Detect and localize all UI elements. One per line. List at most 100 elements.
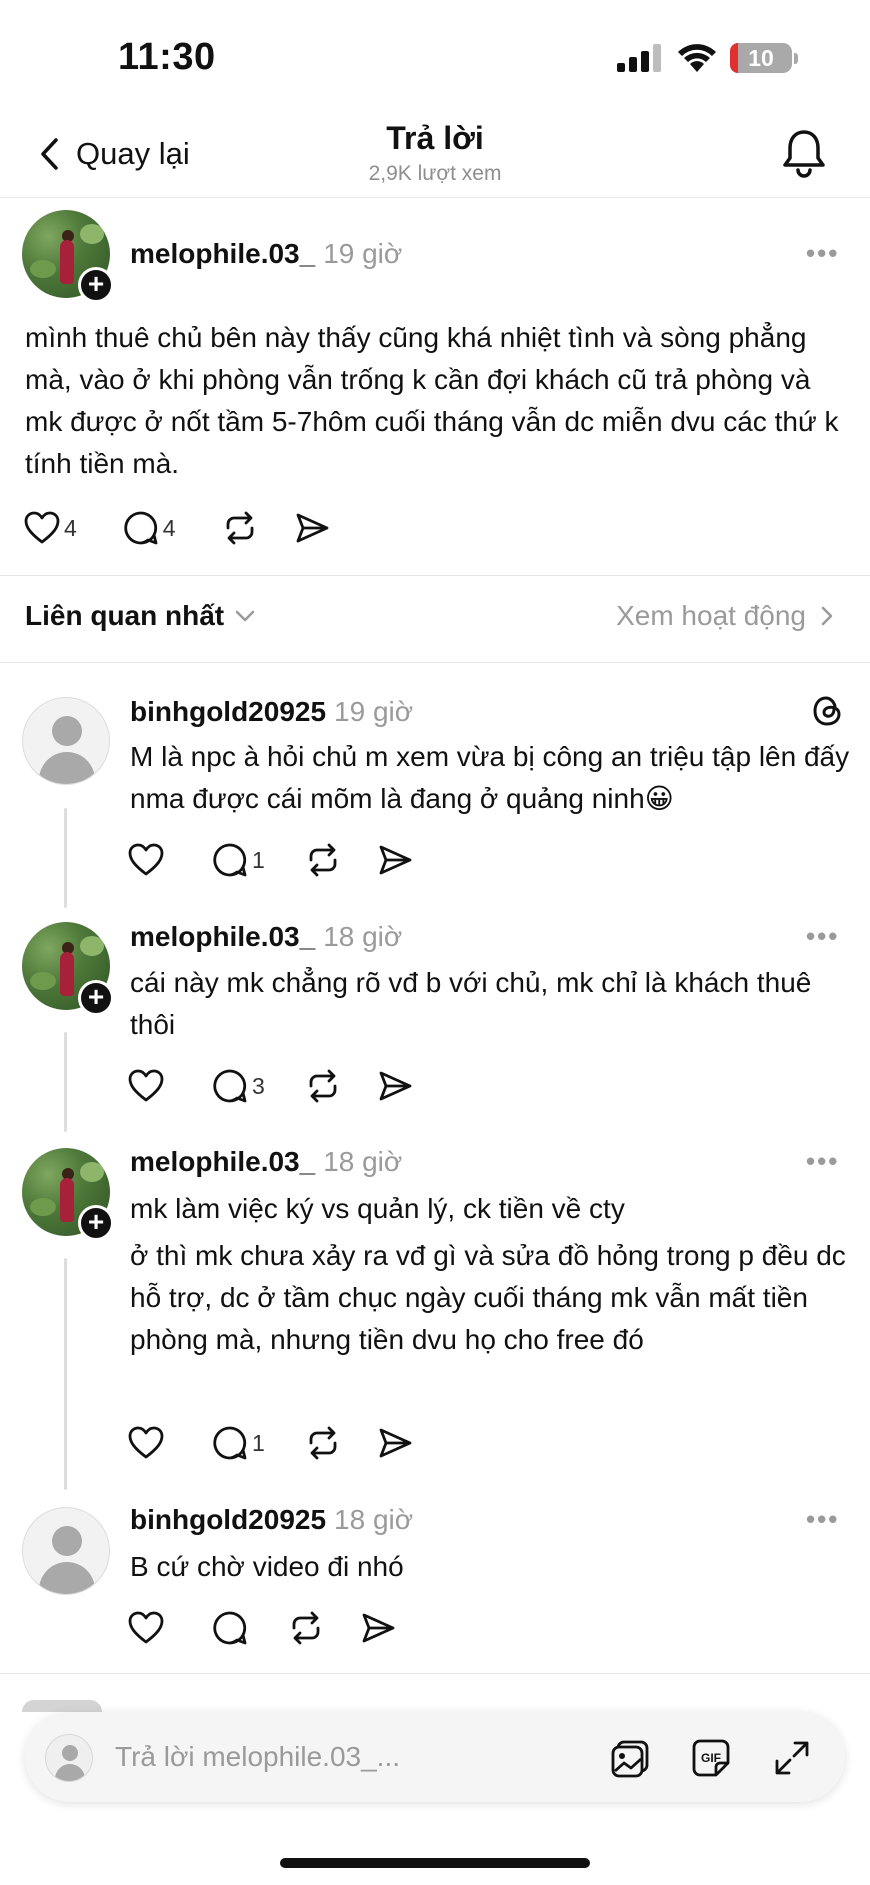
- post-username[interactable]: melophile.03_: [130, 238, 315, 269]
- like-button[interactable]: [128, 1608, 164, 1648]
- follow-plus-button[interactable]: +: [78, 267, 114, 303]
- share-button[interactable]: [377, 1066, 413, 1106]
- more-icon[interactable]: •••: [806, 921, 839, 952]
- sort-label: Liên quan nhất: [25, 600, 225, 631]
- share-icon: [362, 1613, 395, 1643]
- reply-input[interactable]: [115, 1736, 505, 1778]
- reply-text-line2: ở thì mk chưa xảy ra vđ gì và sửa đồ hỏn…: [130, 1240, 846, 1355]
- comment-button[interactable]: 4: [123, 508, 176, 548]
- heart-icon: [128, 1611, 164, 1644]
- comment-button[interactable]: 1: [212, 1423, 265, 1463]
- view-activity-link[interactable]: Xem hoạt động: [616, 600, 834, 632]
- reply-text-line1: mk làm việc ký vs quản lý, ck tiền về ct…: [130, 1193, 625, 1224]
- reply-author[interactable]: melophile.03_ 18 giờ: [130, 1146, 402, 1178]
- like-button[interactable]: 4: [24, 508, 77, 548]
- threads-icon[interactable]: [810, 694, 844, 728]
- page-title: Trả lời: [386, 120, 484, 156]
- image-icon[interactable]: [609, 1737, 651, 1779]
- reply-text: M là npc à hỏi chủ m xem vừa bị công an …: [130, 741, 850, 814]
- sort-dropdown[interactable]: Liên quan nhất: [25, 600, 256, 632]
- heart-icon: [128, 1426, 164, 1459]
- view-count: 2,9K lượt xem: [368, 162, 502, 185]
- reply-username[interactable]: binhgold20925: [130, 1504, 326, 1535]
- comment-icon: [213, 1611, 247, 1645]
- comment-icon: [213, 1426, 247, 1460]
- reply-author[interactable]: binhgold20925 18 giờ: [130, 1504, 413, 1536]
- expand-icon[interactable]: [771, 1737, 813, 1779]
- status-bar: 11:30 10: [0, 0, 870, 110]
- repost-button[interactable]: [222, 508, 258, 548]
- avatar[interactable]: [22, 1507, 110, 1595]
- comment-count: 1: [252, 1429, 265, 1456]
- share-icon: [379, 845, 412, 875]
- reply-composer: GIF: [25, 1712, 845, 1802]
- comment-button[interactable]: [212, 1608, 248, 1648]
- share-button[interactable]: [377, 840, 413, 880]
- repost-button[interactable]: [305, 1066, 341, 1106]
- comment-icon: [213, 1069, 247, 1103]
- more-icon[interactable]: •••: [806, 1146, 839, 1177]
- like-button[interactable]: [128, 1066, 164, 1106]
- like-count: 4: [64, 514, 77, 541]
- avatar[interactable]: [22, 697, 110, 785]
- share-button[interactable]: [360, 1608, 396, 1648]
- reply-author[interactable]: melophile.03_ 18 giờ: [130, 921, 402, 953]
- follow-plus-button[interactable]: +: [78, 1205, 114, 1241]
- repost-button[interactable]: [288, 1608, 324, 1648]
- repost-button[interactable]: [305, 840, 341, 880]
- like-button[interactable]: [128, 1423, 164, 1463]
- svg-text:GIF: GIF: [701, 1751, 721, 1765]
- divider: [0, 662, 870, 663]
- reply-time: 18 giờ: [323, 1146, 403, 1177]
- reply-username[interactable]: melophile.03_: [130, 921, 315, 952]
- repost-icon: [309, 1069, 337, 1103]
- like-button[interactable]: [128, 840, 164, 880]
- comment-icon: [213, 843, 247, 877]
- status-time: 11:30: [118, 36, 216, 78]
- heart-icon: [128, 1069, 164, 1102]
- follow-plus-button[interactable]: +: [78, 980, 114, 1016]
- reply-author[interactable]: binhgold20925 19 giờ: [130, 696, 413, 728]
- wifi-icon: [678, 44, 716, 72]
- thread-line: [64, 808, 67, 908]
- share-button[interactable]: [294, 508, 330, 548]
- reply-actions: 3: [128, 1066, 413, 1106]
- battery-cap: [794, 53, 798, 64]
- bell-icon[interactable]: [780, 128, 828, 178]
- comment-count: 3: [252, 1072, 265, 1099]
- thread-line: [64, 1032, 67, 1132]
- post-author[interactable]: melophile.03_ 19 giờ: [130, 238, 402, 270]
- divider: [0, 1673, 870, 1674]
- repost-button[interactable]: [305, 1423, 341, 1463]
- thread-line: [64, 1258, 67, 1490]
- comment-button[interactable]: 3: [212, 1066, 265, 1106]
- share-button[interactable]: [377, 1423, 413, 1463]
- battery-level: 10: [748, 45, 774, 71]
- repost-icon: [292, 1611, 320, 1645]
- divider: [0, 575, 870, 576]
- post-time: 19 giờ: [323, 238, 403, 269]
- signal-icon: [617, 44, 661, 72]
- reply-time: 18 giờ: [334, 1504, 414, 1535]
- comment-button[interactable]: 1: [212, 840, 265, 880]
- repost-icon: [309, 1426, 337, 1460]
- reply-actions: [128, 1608, 396, 1648]
- activity-label: Xem hoạt động: [616, 600, 806, 631]
- battery-icon: 10: [730, 43, 792, 73]
- next-reply-avatar-peek: [22, 1700, 102, 1712]
- reply-actions: 1: [128, 1423, 413, 1463]
- reply-username[interactable]: binhgold20925: [130, 696, 326, 727]
- share-icon: [379, 1428, 412, 1458]
- share-icon: [379, 1071, 412, 1101]
- heart-icon: [24, 511, 60, 544]
- post-actions: 4 4: [24, 508, 330, 548]
- repost-icon: [309, 843, 337, 877]
- reply-username[interactable]: melophile.03_: [130, 1146, 315, 1177]
- more-icon[interactable]: •••: [806, 238, 839, 269]
- reply-time: 18 giờ: [323, 921, 403, 952]
- reply-text: cái này mk chẳng rõ vđ b với chủ, mk chỉ…: [130, 967, 812, 1040]
- reply-text: B cứ chờ video đi nhó: [130, 1551, 404, 1582]
- gif-icon[interactable]: GIF: [690, 1737, 732, 1779]
- more-icon[interactable]: •••: [806, 1504, 839, 1535]
- share-icon: [296, 513, 328, 543]
